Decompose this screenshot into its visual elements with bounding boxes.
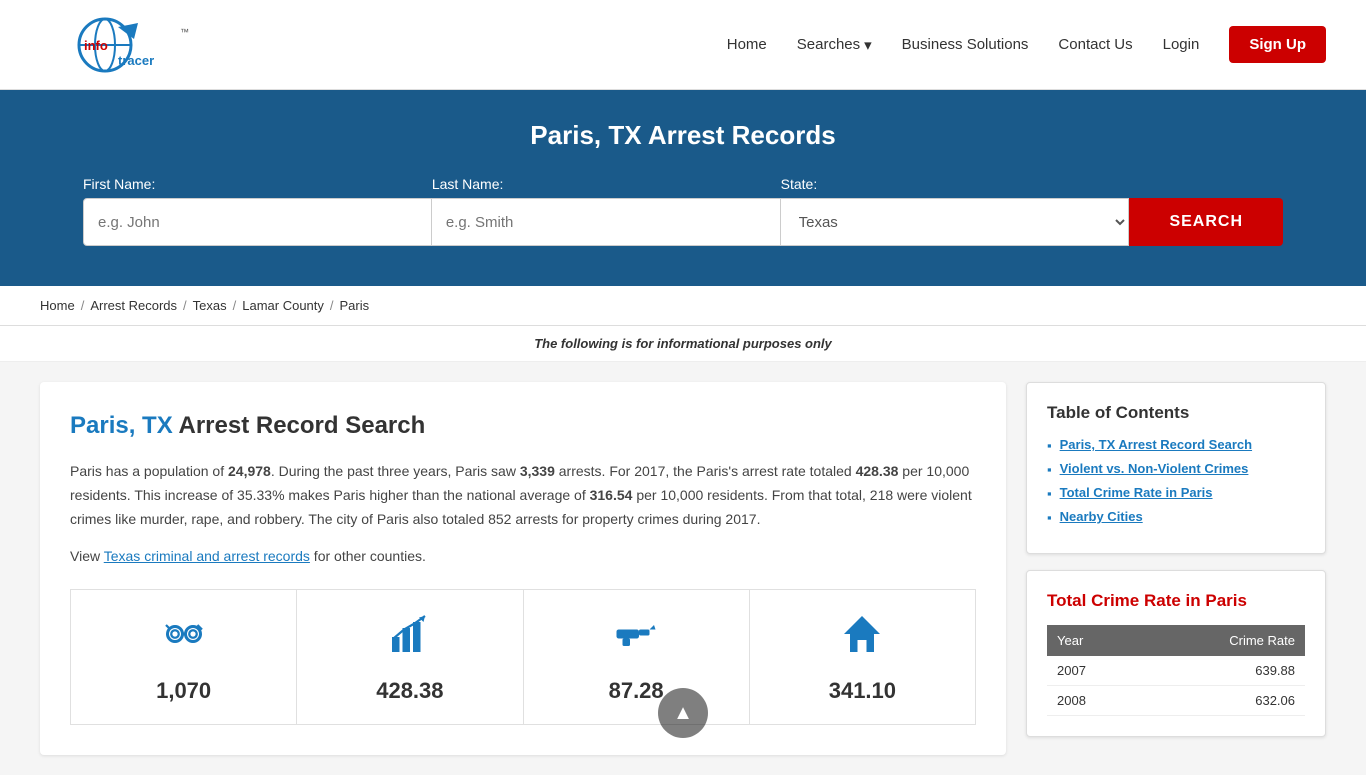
crime-table-rate-header: Crime Rate [1141, 625, 1305, 656]
nav-searches[interactable]: Searches ▾ [797, 36, 872, 54]
texas-records-link[interactable]: Texas criminal and arrest records [104, 548, 310, 564]
crime-year-2007: 2007 [1047, 656, 1141, 686]
stats-row: 1,070 428.38 [70, 589, 976, 725]
breadcrumb-texas[interactable]: Texas [193, 298, 227, 313]
chevron-down-icon: ▾ [864, 36, 872, 54]
svg-text:info: info [84, 38, 108, 53]
state-group: State: Texas Alabama Alaska California F… [781, 176, 1130, 246]
info-bar: The following is for informational purpo… [0, 326, 1366, 362]
stat-cell-arrest-rate: 428.38 [297, 590, 523, 724]
paragraph-1: Paris has a population of 24,978. During… [70, 460, 976, 531]
logo-area: info tracer ™ [40, 15, 220, 75]
stat-cell-arrests: 1,070 [71, 590, 297, 724]
stat-number-property: 341.10 [829, 678, 896, 704]
paragraph-2: View Texas criminal and arrest records f… [70, 545, 976, 569]
scroll-top-button[interactable]: ▲ [658, 688, 708, 738]
toc-link-4[interactable]: Nearby Cities [1060, 509, 1143, 524]
nav-contact-us[interactable]: Contact Us [1058, 36, 1132, 53]
toc-box: Table of Contents Paris, TX Arrest Recor… [1026, 382, 1326, 554]
stat-cell-property: 341.10 [750, 590, 975, 724]
breadcrumb-sep-2: / [183, 298, 187, 313]
toc-link-1[interactable]: Paris, TX Arrest Record Search [1060, 437, 1252, 452]
last-name-input[interactable] [432, 198, 781, 246]
toc-title: Table of Contents [1047, 403, 1305, 423]
house-icon [838, 610, 886, 668]
crime-table: Year Crime Rate 2007 639.88 2008 632.06 [1047, 625, 1305, 716]
content-left: Paris, TX Arrest Record Search Paris has… [40, 382, 1006, 755]
heading-rest: Arrest Record Search [173, 412, 426, 439]
heading-city: Paris, TX [70, 412, 173, 439]
crime-year-2008: 2008 [1047, 686, 1141, 716]
sidebar-right: Table of Contents Paris, TX Arrest Recor… [1026, 382, 1326, 755]
breadcrumb-lamar-county[interactable]: Lamar County [242, 298, 324, 313]
first-name-group: First Name: [83, 176, 432, 246]
toc-link-2[interactable]: Violent vs. Non-Violent Crimes [1060, 461, 1249, 476]
hero-title: Paris, TX Arrest Records [40, 120, 1326, 151]
nav-home[interactable]: Home [727, 36, 767, 53]
stat-cell-violent: 87.28 [524, 590, 750, 724]
crime-rate-2008: 632.06 [1141, 686, 1305, 716]
handcuffs-icon [160, 610, 208, 668]
last-name-label: Last Name: [432, 176, 504, 192]
state-select[interactable]: Texas Alabama Alaska California Florida … [781, 198, 1130, 246]
crime-table-row-2007: 2007 639.88 [1047, 656, 1305, 686]
crime-box: Total Crime Rate in Paris Year Crime Rat… [1026, 570, 1326, 737]
content-heading: Paris, TX Arrest Record Search [70, 412, 976, 440]
svg-text:™: ™ [180, 27, 189, 37]
toc-item-1: Paris, TX Arrest Record Search [1047, 437, 1305, 453]
breadcrumb-arrest-records[interactable]: Arrest Records [90, 298, 177, 313]
last-name-group: Last Name: [432, 176, 781, 246]
hero-section: Paris, TX Arrest Records First Name: Las… [0, 90, 1366, 286]
breadcrumb-sep-4: / [330, 298, 334, 313]
crime-rate-2007: 639.88 [1141, 656, 1305, 686]
logo-svg: info tracer ™ [40, 15, 220, 75]
nav-signup[interactable]: Sign Up [1229, 26, 1326, 63]
gun-icon [612, 610, 660, 668]
toc-list: Paris, TX Arrest Record Search Violent v… [1047, 437, 1305, 525]
crime-box-title: Total Crime Rate in Paris [1047, 591, 1305, 611]
info-bar-text: The following is for informational purpo… [534, 336, 832, 351]
first-name-input[interactable] [83, 198, 432, 246]
chart-icon [386, 610, 434, 668]
main-nav: Home Searches ▾ Business Solutions Conta… [727, 26, 1326, 63]
toc-item-3: Total Crime Rate in Paris [1047, 485, 1305, 501]
nav-login[interactable]: Login [1163, 36, 1200, 53]
crime-table-year-header: Year [1047, 625, 1141, 656]
nav-business-solutions[interactable]: Business Solutions [902, 36, 1029, 53]
crime-table-header-row: Year Crime Rate [1047, 625, 1305, 656]
stat-number-arrests: 1,070 [156, 678, 211, 704]
crime-table-row-2008: 2008 632.06 [1047, 686, 1305, 716]
first-name-label: First Name: [83, 176, 155, 192]
search-btn-group: SEARCH [1129, 198, 1283, 246]
search-form: First Name: Last Name: State: Texas Alab… [83, 176, 1283, 246]
svg-text:tracer: tracer [118, 53, 154, 68]
toc-item-2: Violent vs. Non-Violent Crimes [1047, 461, 1305, 477]
breadcrumb: Home / Arrest Records / Texas / Lamar Co… [0, 286, 1366, 326]
breadcrumb-home[interactable]: Home [40, 298, 75, 313]
toc-item-4: Nearby Cities [1047, 509, 1305, 525]
breadcrumb-paris: Paris [340, 298, 370, 313]
toc-link-3[interactable]: Total Crime Rate in Paris [1060, 485, 1213, 500]
site-header: info tracer ™ Home Searches ▾ Business S… [0, 0, 1366, 90]
stat-number-arrest-rate: 428.38 [376, 678, 443, 704]
paragraph-2-suffix: for other counties. [310, 548, 426, 564]
breadcrumb-sep-3: / [233, 298, 237, 313]
paragraph-2-prefix: View [70, 548, 104, 564]
search-button[interactable]: SEARCH [1129, 198, 1283, 246]
breadcrumb-sep-1: / [81, 298, 85, 313]
state-label: State: [781, 176, 818, 192]
stat-number-violent: 87.28 [609, 678, 664, 704]
